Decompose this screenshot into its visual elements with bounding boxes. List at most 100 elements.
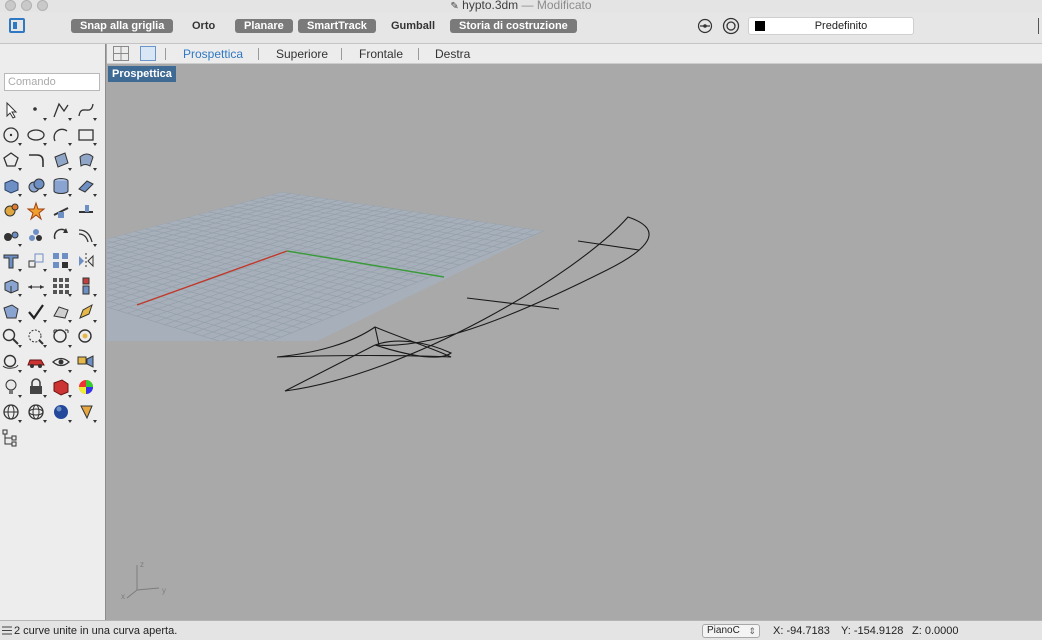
cylinder-icon[interactable] <box>50 175 72 197</box>
window-title: ✎ hypto.3dm — Modificato <box>0 0 1042 12</box>
single-viewport-icon[interactable] <box>140 46 156 61</box>
layer-color-swatch <box>755 21 765 31</box>
pencil-icon[interactable] <box>75 301 97 323</box>
array-icon[interactable] <box>50 250 72 273</box>
tab-frontale[interactable]: Frontale <box>359 47 403 61</box>
snap-grid-button[interactable]: Snap alla griglia <box>71 19 174 33</box>
wing-rib-tip <box>374 326 380 346</box>
tab-divider <box>341 48 342 60</box>
rotate-view-icon[interactable] <box>0 351 22 373</box>
sphere-grid-icon[interactable] <box>25 401 47 424</box>
box-solid-icon[interactable] <box>0 175 22 197</box>
viewport-tabs: Prospettica Superiore Frontale Destra <box>107 44 1042 64</box>
zoom-window-icon[interactable] <box>0 326 22 348</box>
rectangle-icon[interactable] <box>75 124 97 147</box>
group-icon[interactable] <box>25 225 47 247</box>
check-icon[interactable] <box>25 301 47 323</box>
perspective-viewport[interactable]: z y x Prospettica <box>107 65 1042 620</box>
gumball-button[interactable]: Gumball <box>391 19 435 33</box>
wing-trailing-edge <box>284 344 376 392</box>
join-icon[interactable] <box>0 225 22 247</box>
tab-divider <box>165 48 166 60</box>
color-wheel-icon[interactable] <box>75 376 97 398</box>
material-icon[interactable] <box>50 376 72 399</box>
layer-selector[interactable]: Predefinito <box>748 17 914 35</box>
tools-sidebar <box>0 44 106 620</box>
triad-x-label: x <box>121 592 125 601</box>
lightbulb-icon[interactable] <box>0 376 22 399</box>
document-status: Modificato <box>536 0 592 12</box>
split-icon[interactable] <box>75 200 97 222</box>
sphere-shaded-icon[interactable] <box>50 401 72 424</box>
gear-transform-icon[interactable] <box>0 200 22 222</box>
analyze-icon[interactable] <box>0 301 22 323</box>
tab-prospettica[interactable]: Prospettica <box>183 47 243 61</box>
wing-rib-front <box>577 240 640 251</box>
scale-icon[interactable] <box>25 250 47 273</box>
chevron-updown-icon: ⇕ <box>748 626 756 636</box>
plane-value: PianoC <box>707 625 740 636</box>
coord-x: X: -94.7183 <box>773 625 830 637</box>
ortho-button[interactable]: Orto <box>192 19 215 33</box>
grid-array-icon[interactable] <box>50 275 72 298</box>
lock-icon[interactable] <box>25 376 47 399</box>
status-bar: 2 curve unite in una curva aperta. Piano… <box>0 620 1042 640</box>
sidebar-toggle-icon[interactable] <box>9 18 25 33</box>
car-render-icon[interactable] <box>25 351 47 373</box>
fillet-curve-icon[interactable] <box>25 149 47 171</box>
boolean-union-icon[interactable] <box>25 175 47 197</box>
text-icon[interactable] <box>0 250 22 273</box>
history-button[interactable]: Storia di costruzione <box>450 19 577 33</box>
zoom-selected-icon[interactable] <box>50 326 72 348</box>
sphere-wire-icon[interactable] <box>0 401 22 424</box>
curve-icon[interactable] <box>75 99 97 121</box>
layer-name: Predefinito <box>814 20 868 32</box>
surface-edge-icon[interactable] <box>75 149 97 172</box>
tab-superiore[interactable]: Superiore <box>276 47 328 61</box>
extrude-surface-icon[interactable] <box>75 175 97 197</box>
ellipse-icon[interactable] <box>25 124 47 147</box>
command-history-icon[interactable] <box>2 626 12 635</box>
command-input[interactable] <box>4 73 100 91</box>
coord-y: Y: -154.9128 <box>841 625 904 637</box>
title-bar: ✎ hypto.3dm — Modificato <box>0 0 1042 12</box>
mesh-box-icon[interactable] <box>0 275 22 298</box>
polygon-icon[interactable] <box>0 149 22 172</box>
tab-destra[interactable]: Destra <box>435 47 470 61</box>
arrow-select-icon[interactable] <box>0 99 22 121</box>
record-history-icon[interactable] <box>722 17 740 35</box>
cone-flag-icon[interactable] <box>75 401 97 424</box>
circle-icon[interactable] <box>0 124 22 147</box>
zoom-icon[interactable] <box>50 301 72 323</box>
zoom-target-icon[interactable] <box>75 326 97 348</box>
surface-corner-icon[interactable] <box>50 149 72 172</box>
four-viewports-icon[interactable] <box>113 46 129 61</box>
eye-icon[interactable] <box>50 351 72 373</box>
construction-plane-select[interactable]: PianoC ⇕ <box>702 624 760 638</box>
explode-icon[interactable] <box>25 200 47 222</box>
smarttrack-button[interactable]: SmartTrack <box>298 19 376 33</box>
viewport-title[interactable]: Prospettica <box>108 66 176 82</box>
tab-divider <box>418 48 419 60</box>
mirror-icon[interactable] <box>75 250 97 272</box>
osnap-icon[interactable] <box>697 18 713 34</box>
title-separator: — <box>521 0 534 12</box>
triad-z-label: z <box>140 560 144 569</box>
trim-icon[interactable] <box>50 200 72 222</box>
document-icon: ✎ <box>450 1 459 12</box>
panel-edge-icon <box>1038 18 1042 34</box>
rotate-icon[interactable] <box>50 225 72 247</box>
point-icon[interactable] <box>25 99 47 121</box>
dimension-icon[interactable] <box>25 275 47 298</box>
main-toolbar: Snap alla griglia Orto Planare SmartTrac… <box>0 12 1042 44</box>
zoom-extents-icon[interactable] <box>25 326 47 348</box>
viewport-canvas: z y x <box>107 192 650 601</box>
polyline-icon[interactable] <box>50 99 72 121</box>
named-views-icon[interactable] <box>75 351 97 373</box>
offset-icon[interactable] <box>75 225 97 247</box>
arc-icon[interactable] <box>50 124 72 147</box>
planar-button[interactable]: Planare <box>235 19 293 33</box>
document-name: hypto.3dm <box>462 0 519 12</box>
align-icon[interactable] <box>75 275 97 298</box>
tree-diagram-icon[interactable] <box>0 427 22 449</box>
